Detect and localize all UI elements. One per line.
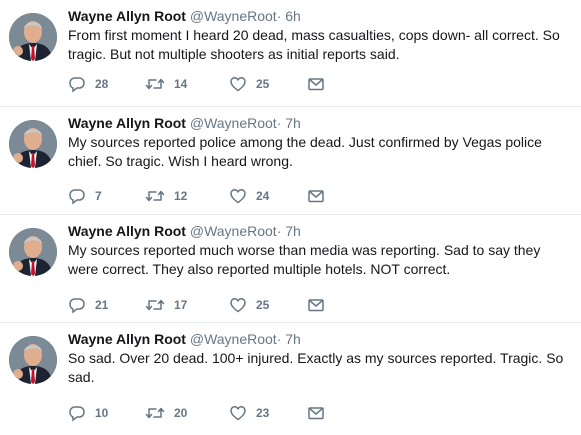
direct-message-icon xyxy=(308,407,324,420)
reply-count: 7 xyxy=(95,189,102,203)
retweet-icon xyxy=(145,407,165,419)
direct-message-button[interactable] xyxy=(307,187,325,205)
like-count: 25 xyxy=(256,77,270,91)
avatar[interactable] xyxy=(9,120,57,168)
author-handle[interactable]: @WayneRoot xyxy=(190,8,277,24)
author-name[interactable]: Wayne Allyn Root xyxy=(68,115,186,131)
reply-count: 21 xyxy=(95,298,109,312)
retweet-button[interactable]: 14 xyxy=(145,75,229,93)
separator-dot: · xyxy=(276,115,282,131)
reply-button[interactable]: 10 xyxy=(68,404,145,422)
timestamp[interactable]: 7h xyxy=(285,115,301,131)
retweet-icon xyxy=(145,299,165,311)
tweet[interactable]: Wayne Allyn Root @WayneRoot· 7h So sad. … xyxy=(0,323,581,435)
tweet[interactable]: Wayne Allyn Root @WayneRoot· 7h My sourc… xyxy=(0,215,581,323)
tweet-header: Wayne Allyn Root @WayneRoot· 6h xyxy=(68,7,571,25)
like-button[interactable]: 25 xyxy=(229,296,307,314)
direct-message-icon xyxy=(308,299,324,312)
reply-button[interactable]: 28 xyxy=(68,75,145,93)
tweet-text: So sad. Over 20 dead. 100+ injured. Exac… xyxy=(68,350,564,385)
reply-icon xyxy=(69,77,85,93)
reply-icon xyxy=(69,406,85,422)
reply-button[interactable]: 21 xyxy=(68,296,145,314)
like-count: 24 xyxy=(256,189,270,203)
retweet-icon xyxy=(145,78,165,90)
like-count: 23 xyxy=(256,406,270,420)
like-button[interactable]: 25 xyxy=(229,75,307,93)
avatar[interactable] xyxy=(9,228,57,276)
retweet-button[interactable]: 20 xyxy=(145,404,229,422)
tweet-header: Wayne Allyn Root @WayneRoot· 7h xyxy=(68,222,571,240)
tweet-header: Wayne Allyn Root @WayneRoot· 7h xyxy=(68,330,571,348)
like-button[interactable]: 23 xyxy=(229,404,307,422)
avatar[interactable] xyxy=(9,13,57,61)
tweet-timeline: Wayne Allyn Root @WayneRoot· 6h From fir… xyxy=(0,0,581,435)
reply-count: 10 xyxy=(95,406,109,420)
direct-message-button[interactable] xyxy=(307,296,325,314)
tweet[interactable]: Wayne Allyn Root @WayneRoot· 7h My sourc… xyxy=(0,107,581,215)
retweet-count: 12 xyxy=(174,189,188,203)
tweet-actions: 7 12 24 xyxy=(68,186,325,206)
avatar[interactable] xyxy=(9,336,57,384)
reply-button[interactable]: 7 xyxy=(68,187,145,205)
retweet-button[interactable]: 12 xyxy=(145,187,229,205)
tweet-text: My sources reported much worse than medi… xyxy=(68,242,541,277)
reply-icon xyxy=(69,298,85,314)
like-icon xyxy=(230,298,246,313)
tweet-text: My sources reported police among the dea… xyxy=(68,134,542,169)
timestamp[interactable]: 6h xyxy=(285,8,301,24)
separator-dot: · xyxy=(276,223,282,239)
author-name[interactable]: Wayne Allyn Root xyxy=(68,8,186,24)
separator-dot: · xyxy=(276,8,282,24)
like-count: 25 xyxy=(256,298,270,312)
direct-message-icon xyxy=(308,190,324,203)
tweet-actions: 10 20 23 xyxy=(68,403,325,423)
direct-message-icon xyxy=(308,78,324,91)
reply-count: 28 xyxy=(95,77,109,91)
like-icon xyxy=(230,77,246,92)
tweet-text: From first moment I heard 20 dead, mass … xyxy=(68,27,560,62)
author-name[interactable]: Wayne Allyn Root xyxy=(68,331,186,347)
author-handle[interactable]: @WayneRoot xyxy=(190,223,277,239)
like-icon xyxy=(230,189,246,204)
like-icon xyxy=(230,406,246,421)
retweet-icon xyxy=(145,190,165,202)
timestamp[interactable]: 7h xyxy=(285,223,301,239)
author-handle[interactable]: @WayneRoot xyxy=(190,331,277,347)
tweet[interactable]: Wayne Allyn Root @WayneRoot· 6h From fir… xyxy=(0,0,581,107)
retweet-count: 20 xyxy=(174,406,188,420)
retweet-count: 14 xyxy=(174,77,188,91)
author-name[interactable]: Wayne Allyn Root xyxy=(68,223,186,239)
tweet-actions: 28 14 25 xyxy=(68,74,325,94)
retweet-count: 17 xyxy=(174,298,188,312)
reply-icon xyxy=(69,189,85,205)
tweet-actions: 21 17 25 xyxy=(68,295,325,315)
tweet-header: Wayne Allyn Root @WayneRoot· 7h xyxy=(68,114,571,132)
direct-message-button[interactable] xyxy=(307,404,325,422)
separator-dot: · xyxy=(276,331,282,347)
retweet-button[interactable]: 17 xyxy=(145,296,229,314)
timestamp[interactable]: 7h xyxy=(285,331,301,347)
direct-message-button[interactable] xyxy=(307,75,325,93)
like-button[interactable]: 24 xyxy=(229,187,307,205)
author-handle[interactable]: @WayneRoot xyxy=(190,115,277,131)
